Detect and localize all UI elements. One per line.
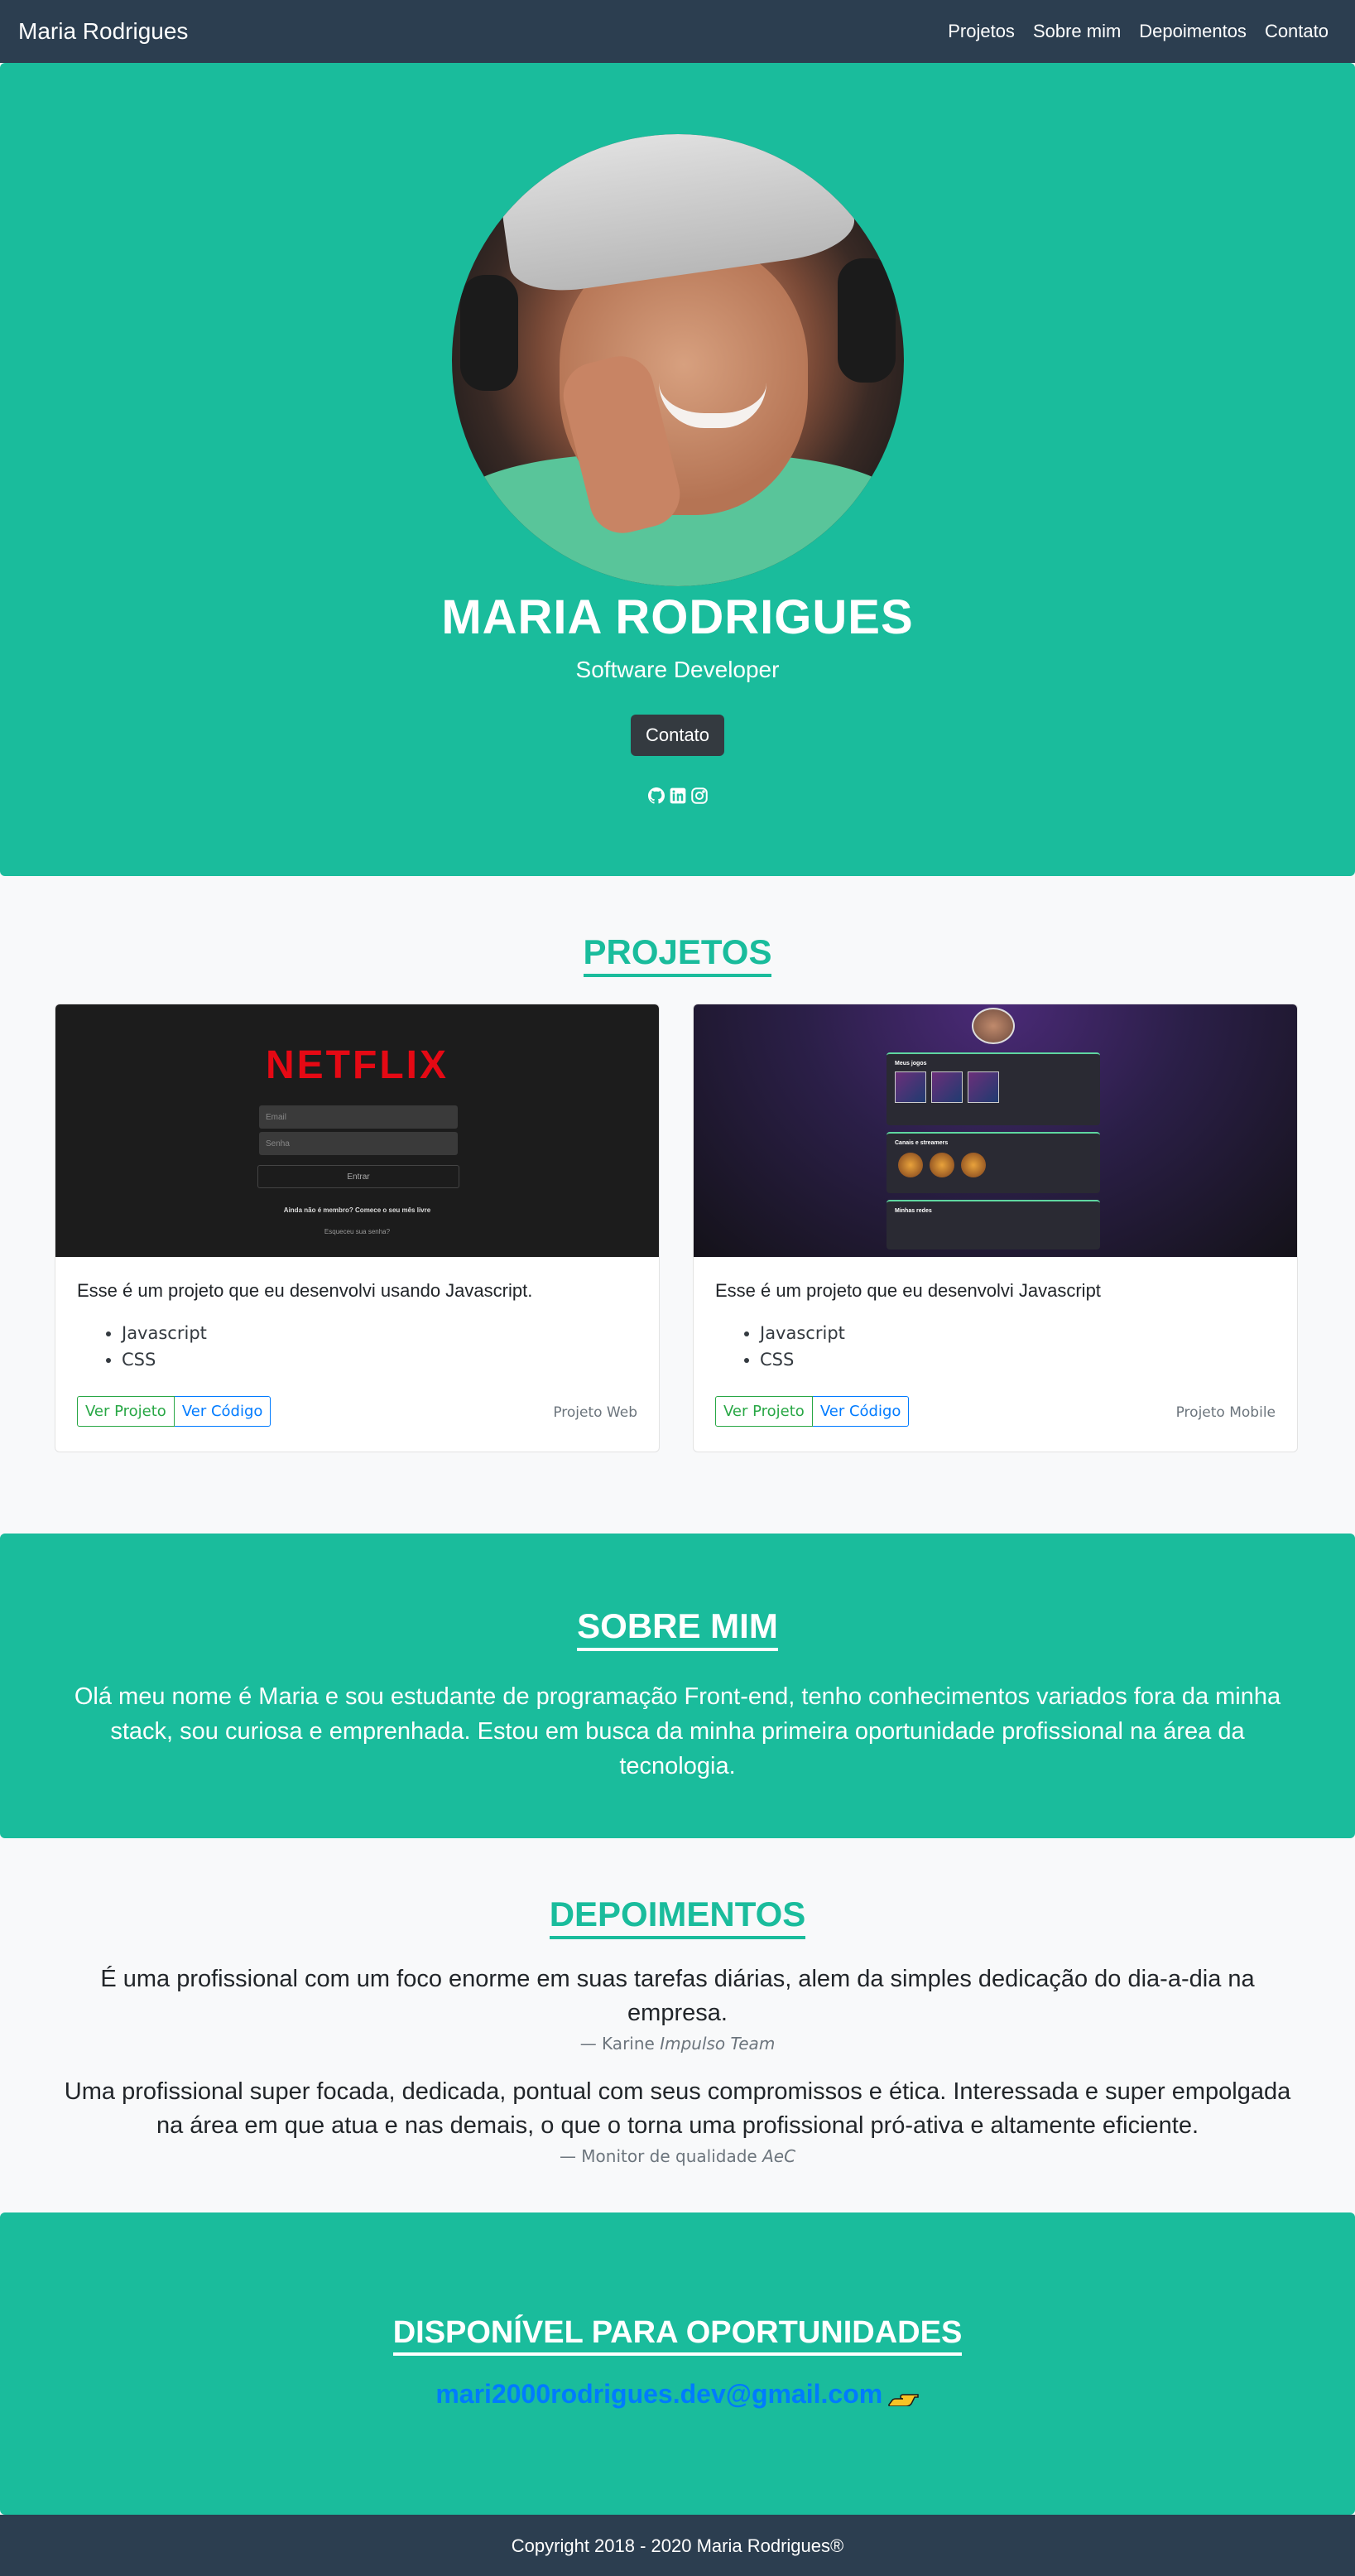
brand-link[interactable]: Maria Rodrigues [18,18,188,45]
preview-panel-networks: Minhas redes [887,1200,1100,1249]
preview-login-button: Entrar [257,1165,459,1188]
tech-list: Javascript CSS [122,1320,637,1373]
preview-forgot-text: Esqueceu sua senha? [324,1228,391,1235]
testimonials-section: DEPOIMENTOS É uma profissional com um fo… [0,1838,1355,2212]
about-text: Olá meu nome é Maria e sou estudante de … [74,1683,1281,1779]
tech-item: Javascript [760,1320,1276,1346]
preview-panel-games: Meus jogos [887,1052,1100,1125]
tech-item: CSS [122,1346,637,1373]
social-links [647,787,708,804]
contact-title: DISPONÍVEL PARA OPORTUNIDADES [392,2315,963,2356]
tech-list: Javascript CSS [760,1320,1276,1373]
netflix-logo: NETFLIX [266,1043,449,1087]
preview-panel-title: Canais e streamers [895,1140,949,1146]
testimonial: Uma profissional super focada, dedicada,… [0,2075,1355,2166]
preview-email-field: Email [259,1105,458,1129]
projects-section: PROJETOS NETFLIX Email Senha Entrar Aind… [0,876,1355,1534]
email-link[interactable]: mari2000rodrigues.dev@gmail.com [435,2379,882,2409]
hero-role: Software Developer [575,657,780,682]
contact-button[interactable]: Contato [630,715,725,756]
testimonial-company: Impulso Team [660,2034,776,2054]
hero-section: MARIA RODRIGUES Software Developer Conta… [0,63,1355,876]
card-actions: Ver Projeto Ver Código [77,1396,271,1427]
card-body: Esse é um projeto que eu desenvolvi usan… [55,1257,659,1452]
nav-link-depoimentos[interactable]: Depoimentos [1139,21,1247,42]
testimonials-title: DEPOIMENTOS [549,1895,806,1939]
testimonial-company: AeC [762,2146,796,2166]
avatar-headphone-right [837,258,896,383]
linkedin-icon[interactable] [670,787,686,804]
preview-panel-streamers: Canais e streamers [887,1132,1100,1193]
avatar-headphone-left [459,275,518,391]
nav-link-projetos[interactable]: Projetos [948,21,1015,42]
copyright-text: Copyright 2018 - 2020 Maria Rodrigues® [511,2535,844,2556]
contact-section: DISPONÍVEL PARA OPORTUNIDADES mari2000ro… [0,2212,1355,2515]
about-section: SOBRE MIM Olá meu nome é Maria e sou est… [0,1534,1355,1838]
pointing-hand-icon [887,2388,920,2407]
view-project-button[interactable]: Ver Projeto [77,1396,175,1427]
project-description: Esse é um projeto que eu desenvolvi Java… [715,1280,1101,1301]
project-card-netflix: NETFLIX Email Senha Entrar Ainda não é m… [55,1004,660,1452]
projects-title: PROJETOS [583,932,772,977]
github-icon[interactable] [647,787,665,804]
preview-password-field: Senha [259,1132,458,1155]
card-actions: Ver Projeto Ver Código [715,1396,910,1427]
tech-item: Javascript [122,1320,637,1346]
preview-thumbs [887,1068,1100,1106]
instagram-icon[interactable] [690,787,708,804]
project-preview-image: NETFLIX Email Senha Entrar Ainda não é m… [55,1004,659,1257]
testimonial-text: Uma profissional super focada, dedicada,… [64,2078,1291,2139]
avatar [451,134,904,586]
about-title: SOBRE MIM [577,1606,778,1651]
preview-panel-title: Minhas redes [895,1208,932,1214]
view-project-button[interactable]: Ver Projeto [715,1396,813,1427]
navbar: Maria Rodrigues Projetos Sobre mim Depoi… [0,0,1355,63]
testimonial: É uma profissional com um foco enorme em… [0,1962,1355,2054]
tech-item: CSS [760,1346,1276,1373]
email-row: mari2000rodrigues.dev@gmail.com [0,2379,1355,2410]
nav-link-sobre-mim[interactable]: Sobre mim [1033,21,1121,42]
testimonial-text: É uma profissional com um foco enorme em… [100,1966,1255,2026]
testimonial-author: — Karine Impulso Team [579,2034,776,2054]
preview-panel-title: Meus jogos [895,1061,927,1067]
project-preview-image: Meus jogos Canais e streamers Minhas red… [694,1004,1297,1257]
nav-link-contato[interactable]: Contato [1265,21,1329,42]
preview-signup-text: Ainda não é membro? Comece o seu mês liv… [283,1206,431,1214]
view-code-button[interactable]: Ver Código [812,1396,910,1427]
nav-links: Projetos Sobre mim Depoimentos Contato [948,21,1337,42]
card-body: Esse é um projeto que eu desenvolvi Java… [694,1257,1297,1452]
testimonial-author: — Monitor de qualidade AeC [559,2146,796,2166]
avatar-beanie [492,134,858,299]
preview-circles [887,1148,1100,1182]
site-footer: Copyright 2018 - 2020 Maria Rodrigues® [0,2515,1355,2576]
view-code-button[interactable]: Ver Código [174,1396,271,1427]
preview-avatar [972,1008,1015,1044]
project-description: Esse é um projeto que eu desenvolvi usan… [77,1280,533,1301]
project-tag: Projeto Web [553,1404,637,1421]
hero-name: MARIA RODRIGUES [441,590,914,644]
project-tag: Projeto Mobile [1175,1404,1276,1421]
project-cards: NETFLIX Email Senha Entrar Ainda não é m… [0,1004,1355,1452]
project-card-games: Meus jogos Canais e streamers Minhas red… [693,1004,1298,1452]
